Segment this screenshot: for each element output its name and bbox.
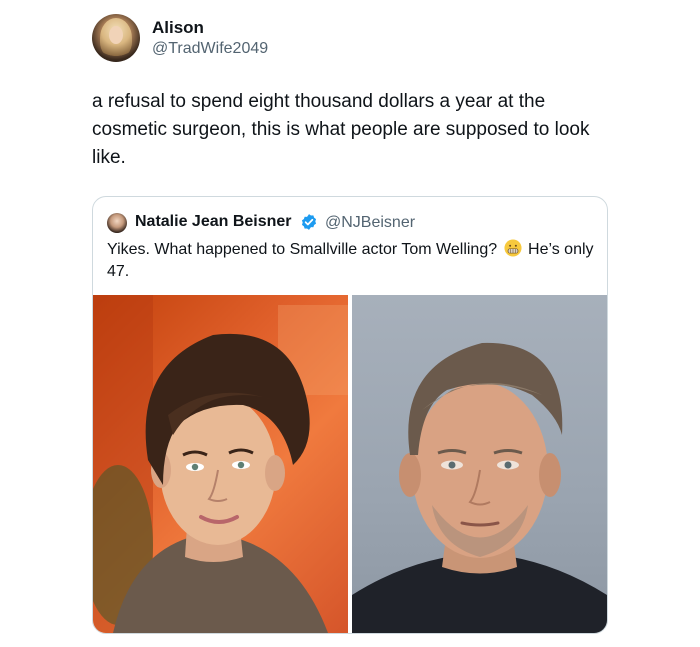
young-portrait-photo[interactable] bbox=[93, 295, 348, 633]
quoted-author-avatar[interactable] bbox=[107, 213, 127, 233]
avatar-face bbox=[109, 26, 123, 44]
quoted-media-grid bbox=[93, 295, 607, 633]
author-name[interactable]: Alison bbox=[152, 18, 204, 38]
mugshot-photo[interactable] bbox=[352, 295, 607, 633]
verified-badge-icon bbox=[301, 214, 317, 230]
tweet-text: a refusal to spend eight thousand dollar… bbox=[92, 91, 590, 168]
quoted-author-handle[interactable]: @NJBeisner bbox=[325, 214, 415, 232]
author-avatar[interactable] bbox=[92, 14, 140, 62]
quoted-tweet[interactable]: Natalie Jean Beisner @NJBeisner Yikes. W… bbox=[92, 196, 608, 634]
quoted-text-part-1: Yikes. What happened to Smallville actor… bbox=[107, 241, 502, 258]
quoted-author-name[interactable]: Natalie Jean Beisner bbox=[135, 213, 292, 231]
tweet: Alison @TradWife2049 a refusal to spend … bbox=[0, 0, 700, 647]
author-handle[interactable]: @TradWife2049 bbox=[152, 40, 268, 58]
quoted-tweet-text: Yikes. What happened to Smallville actor… bbox=[107, 239, 597, 283]
grimacing-face-emoji-icon bbox=[504, 239, 522, 257]
